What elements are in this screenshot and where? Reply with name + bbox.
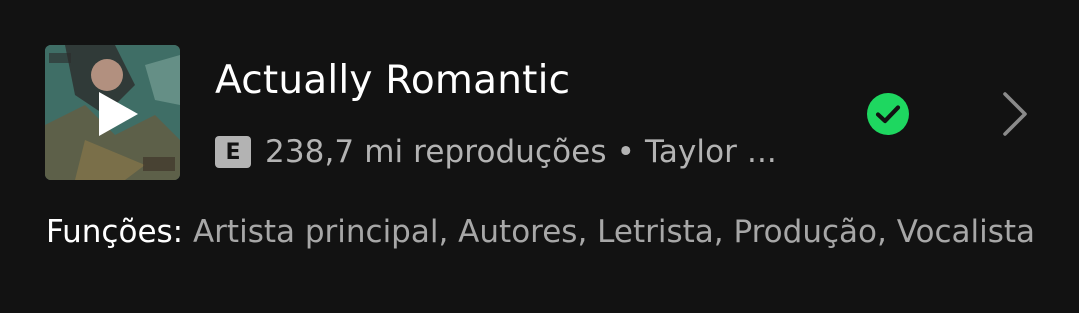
roles-text: Funções: Artista principal, Autores, Let…	[46, 208, 1046, 256]
track-meta: E 238,7 mi reproduções • Taylor ...	[215, 134, 777, 170]
plays-and-artist: 238,7 mi reproduções • Taylor ...	[265, 134, 777, 170]
track-title[interactable]: Actually Romantic	[215, 58, 570, 103]
explicit-badge: E	[215, 136, 251, 168]
check-circle-icon[interactable]	[866, 92, 910, 136]
chevron-right-icon[interactable]	[996, 88, 1036, 140]
play-icon[interactable]	[95, 89, 141, 139]
track-row[interactable]: Actually Romantic E 238,7 mi reproduções…	[0, 0, 1079, 200]
roles-label: Funções:	[46, 214, 184, 250]
roles-values: Artista principal, Autores, Letrista, Pr…	[192, 214, 1036, 250]
album-cover[interactable]	[45, 45, 180, 180]
